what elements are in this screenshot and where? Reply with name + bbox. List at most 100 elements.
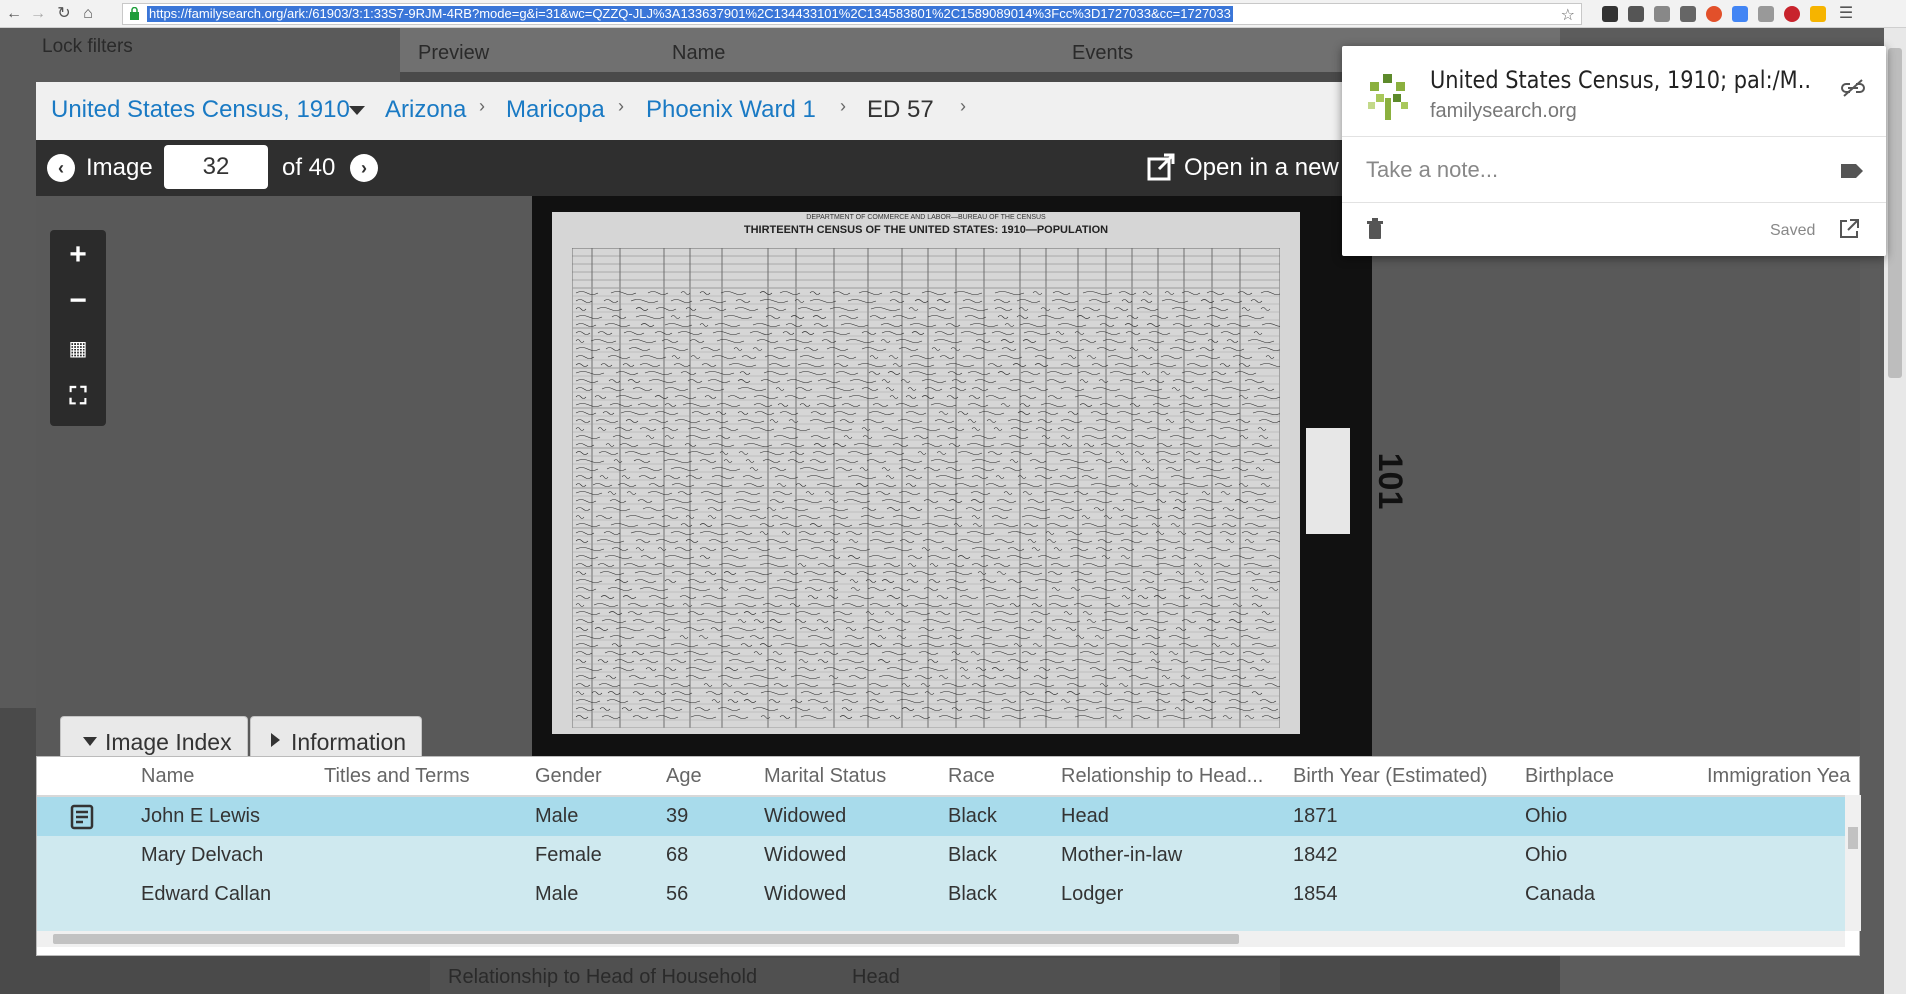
handwriting-mark — [883, 435, 909, 439]
zoom-in-icon[interactable]: + — [50, 232, 106, 278]
handwriting-mark — [1211, 643, 1221, 647]
handwriting-mark — [927, 659, 939, 663]
handwriting-mark — [786, 379, 813, 383]
handwriting-mark — [622, 595, 637, 599]
handwriting-mark — [861, 427, 871, 431]
handwriting-mark — [772, 491, 793, 495]
handwriting-mark — [779, 715, 791, 719]
table-row-selected[interactable]: John E Lewis Male 39 Widowed Black Head … — [37, 797, 1845, 836]
column-header-gender[interactable]: Gender — [535, 765, 602, 788]
breadcrumb-county[interactable]: Maricopa — [506, 96, 605, 124]
table-row[interactable]: Edward Callan Male 56 Widowed Black Lodg… — [37, 875, 1845, 914]
bookmark-star-icon[interactable]: ☆ — [1561, 5, 1575, 25]
cast-icon[interactable] — [1680, 6, 1696, 22]
table-row[interactable]: Mary Delvach Female 68 Widowed Black Mot… — [37, 836, 1845, 875]
column-header-age[interactable]: Age — [666, 765, 702, 788]
events-column-header: Events — [1072, 42, 1134, 64]
grid-view-icon[interactable]: ▦ — [50, 326, 106, 372]
reload-icon[interactable]: ↻ — [54, 4, 74, 24]
breadcrumb-collection[interactable]: United States Census, 1910 — [51, 96, 350, 124]
cell-name[interactable]: Mary Delvach — [141, 844, 263, 867]
handwriting-mark — [1095, 707, 1125, 711]
trash-icon[interactable] — [1366, 218, 1384, 240]
open-new-window-icon[interactable] — [1146, 152, 1176, 182]
table-vertical-scrollbar[interactable] — [1845, 795, 1861, 931]
handwriting-mark — [1027, 539, 1037, 543]
breadcrumb-ward[interactable]: Phoenix Ward 1 — [646, 96, 816, 124]
handwriting-mark — [762, 603, 783, 607]
zoom-out-icon[interactable]: − — [50, 278, 106, 324]
handwriting-mark — [1144, 587, 1167, 591]
label-tag-icon[interactable] — [1840, 162, 1864, 180]
handwriting-mark — [1224, 707, 1255, 711]
extension-icon-2[interactable] — [1628, 6, 1644, 22]
column-header-titles[interactable]: Titles and Terms — [324, 765, 470, 788]
fullscreen-icon[interactable]: ⛶ — [50, 374, 106, 420]
rss-icon[interactable] — [1758, 6, 1774, 22]
extension-icon-3[interactable] — [1654, 6, 1670, 22]
handwriting-mark — [575, 667, 603, 671]
link-icon[interactable] — [1840, 78, 1866, 98]
column-header-birth-year[interactable]: Birth Year (Estimated) — [1293, 765, 1488, 788]
table-row-partial[interactable] — [37, 914, 1845, 931]
handwriting-mark — [809, 291, 821, 295]
cell-name[interactable]: Edward Callan — [141, 883, 271, 906]
column-header-marital-status[interactable]: Marital Status — [764, 765, 886, 788]
handwriting-mark — [705, 691, 723, 695]
handwriting-mark — [1074, 395, 1103, 399]
home-icon[interactable]: ⌂ — [78, 4, 98, 24]
handwriting-mark — [847, 595, 875, 599]
column-header-birthplace[interactable]: Birthplace — [1525, 765, 1614, 788]
cell-birthplace: Ohio — [1525, 805, 1568, 827]
handwriting-mark — [964, 315, 987, 319]
pinterest-icon[interactable] — [1784, 6, 1800, 22]
handwriting-mark — [832, 443, 847, 447]
handwriting-mark — [921, 379, 947, 383]
next-image-button[interactable]: › — [350, 154, 378, 182]
forward-icon[interactable]: → — [28, 4, 48, 24]
open-in-keep-icon[interactable] — [1838, 218, 1860, 240]
handwriting-mark — [976, 627, 1003, 631]
census-document-image[interactable]: DEPARTMENT OF COMMERCE AND LABOR—BUREAU … — [552, 212, 1300, 734]
column-header-race[interactable]: Race — [948, 765, 995, 788]
handwriting-mark — [768, 363, 791, 367]
handwriting-mark — [882, 571, 909, 575]
open-in-new-window-link[interactable]: Open in a new — [1184, 154, 1339, 182]
handwriting-mark — [1090, 411, 1109, 415]
chevron-down-icon[interactable] — [349, 106, 365, 115]
menu-icon[interactable]: ☰ — [1836, 4, 1856, 24]
handwriting-mark — [769, 499, 785, 503]
handwriting-mark — [670, 699, 701, 703]
handwriting-mark — [1192, 507, 1215, 511]
column-header-relationship[interactable]: Relationship to Head... — [1061, 765, 1263, 788]
handwriting-mark — [1241, 307, 1251, 311]
breadcrumb-state[interactable]: Arizona — [385, 96, 466, 124]
take-note-input[interactable] — [1366, 154, 1826, 186]
handwriting-mark — [1040, 307, 1051, 311]
handwriting-mark — [1044, 691, 1059, 695]
previous-image-button[interactable]: ‹ — [47, 154, 75, 182]
handwriting-mark — [661, 427, 679, 431]
table-horizontal-scrollbar-thumb[interactable] — [53, 934, 1239, 944]
extension-icon-1[interactable] — [1602, 6, 1618, 22]
extension-icon-6[interactable] — [1732, 6, 1748, 22]
handwriting-mark — [699, 323, 709, 327]
cell-name[interactable]: John E Lewis — [141, 805, 260, 828]
back-icon[interactable]: ← — [4, 4, 24, 24]
record-note-icon[interactable] — [69, 804, 95, 830]
column-header-immigration-year[interactable]: Immigration Yea — [1707, 765, 1850, 788]
column-header-name[interactable]: Name — [141, 765, 194, 788]
handwriting-mark — [1112, 715, 1123, 719]
handwriting-mark — [1117, 667, 1133, 671]
handwriting-mark — [1131, 491, 1157, 495]
image-number-input[interactable] — [164, 145, 268, 189]
address-bar[interactable]: https://familysearch.org/ark:/61903/3:1:… — [122, 3, 1582, 25]
handwriting-mark — [898, 459, 923, 463]
table-vertical-scrollbar-thumb[interactable] — [1848, 827, 1858, 849]
handwriting-mark — [914, 675, 933, 679]
keep-extension-icon[interactable] — [1810, 6, 1826, 22]
handwriting-mark — [812, 315, 827, 319]
image-canvas[interactable]: + − ▦ ⛶ DEPARTMENT OF COMMERCE AND LABOR… — [36, 196, 1860, 762]
page-scrollbar-thumb[interactable] — [1888, 48, 1902, 378]
extension-icon-5[interactable] — [1706, 6, 1722, 22]
